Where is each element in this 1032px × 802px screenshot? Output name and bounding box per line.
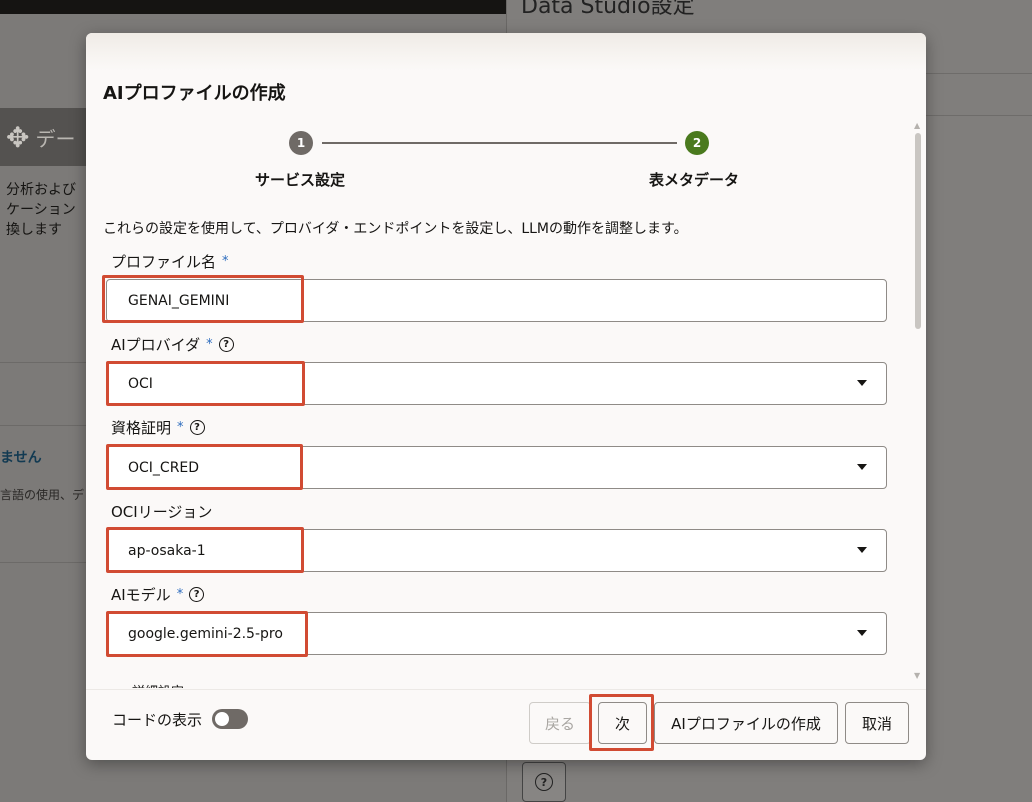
profile-name-value: GENAI_GEMINI xyxy=(128,292,230,309)
show-code-label: コードの表示 xyxy=(112,711,203,729)
dialog-title: AIプロファイルの作成 xyxy=(103,83,286,104)
required-marker: * xyxy=(206,337,213,352)
warning-title: ません xyxy=(0,450,42,466)
dialog-header-texture xyxy=(86,33,926,71)
next-button[interactable]: 次 xyxy=(598,702,647,744)
ai-provider-select[interactable]: OCI xyxy=(106,362,887,405)
required-marker: * xyxy=(176,587,184,602)
intro-text: これらの設定を使用して、プロバイダ・エンドポイントを設定し、LLMの動作を調整し… xyxy=(103,221,688,237)
settings-panel-title: Data Studio設定 xyxy=(521,0,695,19)
footer-divider xyxy=(86,689,926,690)
help-icon[interactable]: ? xyxy=(189,587,205,602)
move-icon: ✥ xyxy=(6,120,30,154)
scroll-up-icon[interactable]: ▲ xyxy=(914,121,920,130)
help-button[interactable]: ? xyxy=(522,762,566,802)
help-icon[interactable]: ? xyxy=(218,337,234,352)
ai-model-label: AIモデル * ? xyxy=(111,584,205,605)
required-marker: * xyxy=(222,254,229,269)
credential-label: 資格証明 * ? xyxy=(111,417,205,438)
step-2-label[interactable]: 表メタデータ xyxy=(649,169,739,190)
credential-select[interactable]: OCI_CRED xyxy=(106,446,887,489)
advanced-settings-label: 詳細設定 xyxy=(132,681,184,688)
cancel-button[interactable]: 取消 xyxy=(845,702,909,744)
ai-model-select[interactable]: google.gemini-2.5-pro xyxy=(106,612,887,655)
profile-name-label: プロファイル名 * xyxy=(111,253,229,271)
scrollbar-thumb[interactable] xyxy=(915,133,921,329)
create-ai-profile-dialog: AIプロファイルの作成 1 2 サービス設定 表メタデータ これらの設定を使用し… xyxy=(86,33,926,760)
back-button[interactable]: 戻る xyxy=(529,702,591,744)
oci-region-select[interactable]: ap-osaka-1 xyxy=(106,529,887,572)
step-2-indicator[interactable]: 2 xyxy=(685,131,709,155)
tile-label: デー xyxy=(35,126,76,151)
step-1-indicator[interactable]: 1 xyxy=(289,131,313,155)
credential-value: OCI_CRED xyxy=(128,459,200,476)
oci-region-label: OCIリージョン xyxy=(111,503,213,521)
warning-description: 言語の使用、デ xyxy=(0,488,85,502)
help-icon[interactable]: ? xyxy=(189,420,205,435)
ai-model-value: google.gemini-2.5-pro xyxy=(128,625,283,642)
step-1-label[interactable]: サービス設定 xyxy=(255,169,345,190)
dropdown-caret-icon[interactable] xyxy=(857,380,867,386)
oci-region-value: ap-osaka-1 xyxy=(128,542,206,559)
create-ai-profile-button[interactable]: AIプロファイルの作成 xyxy=(654,702,838,744)
scroll-down-icon[interactable]: ▼ xyxy=(914,671,920,680)
required-marker: * xyxy=(177,420,184,435)
toggle-knob xyxy=(215,712,229,726)
ai-provider-value: OCI xyxy=(128,375,153,392)
dropdown-caret-icon[interactable] xyxy=(857,547,867,553)
dropdown-caret-icon[interactable] xyxy=(857,630,867,636)
ai-provider-label: AIプロバイダ * ? xyxy=(111,334,234,355)
top-bar xyxy=(0,0,506,14)
dropdown-caret-icon[interactable] xyxy=(857,464,867,470)
stepper-connector xyxy=(322,142,677,144)
show-code-toggle[interactable] xyxy=(212,709,248,729)
profile-name-input[interactable]: GENAI_GEMINI xyxy=(106,279,887,322)
help-icon: ? xyxy=(535,773,553,791)
dialog-scrollbar[interactable]: ▲ ▼ xyxy=(912,121,922,681)
